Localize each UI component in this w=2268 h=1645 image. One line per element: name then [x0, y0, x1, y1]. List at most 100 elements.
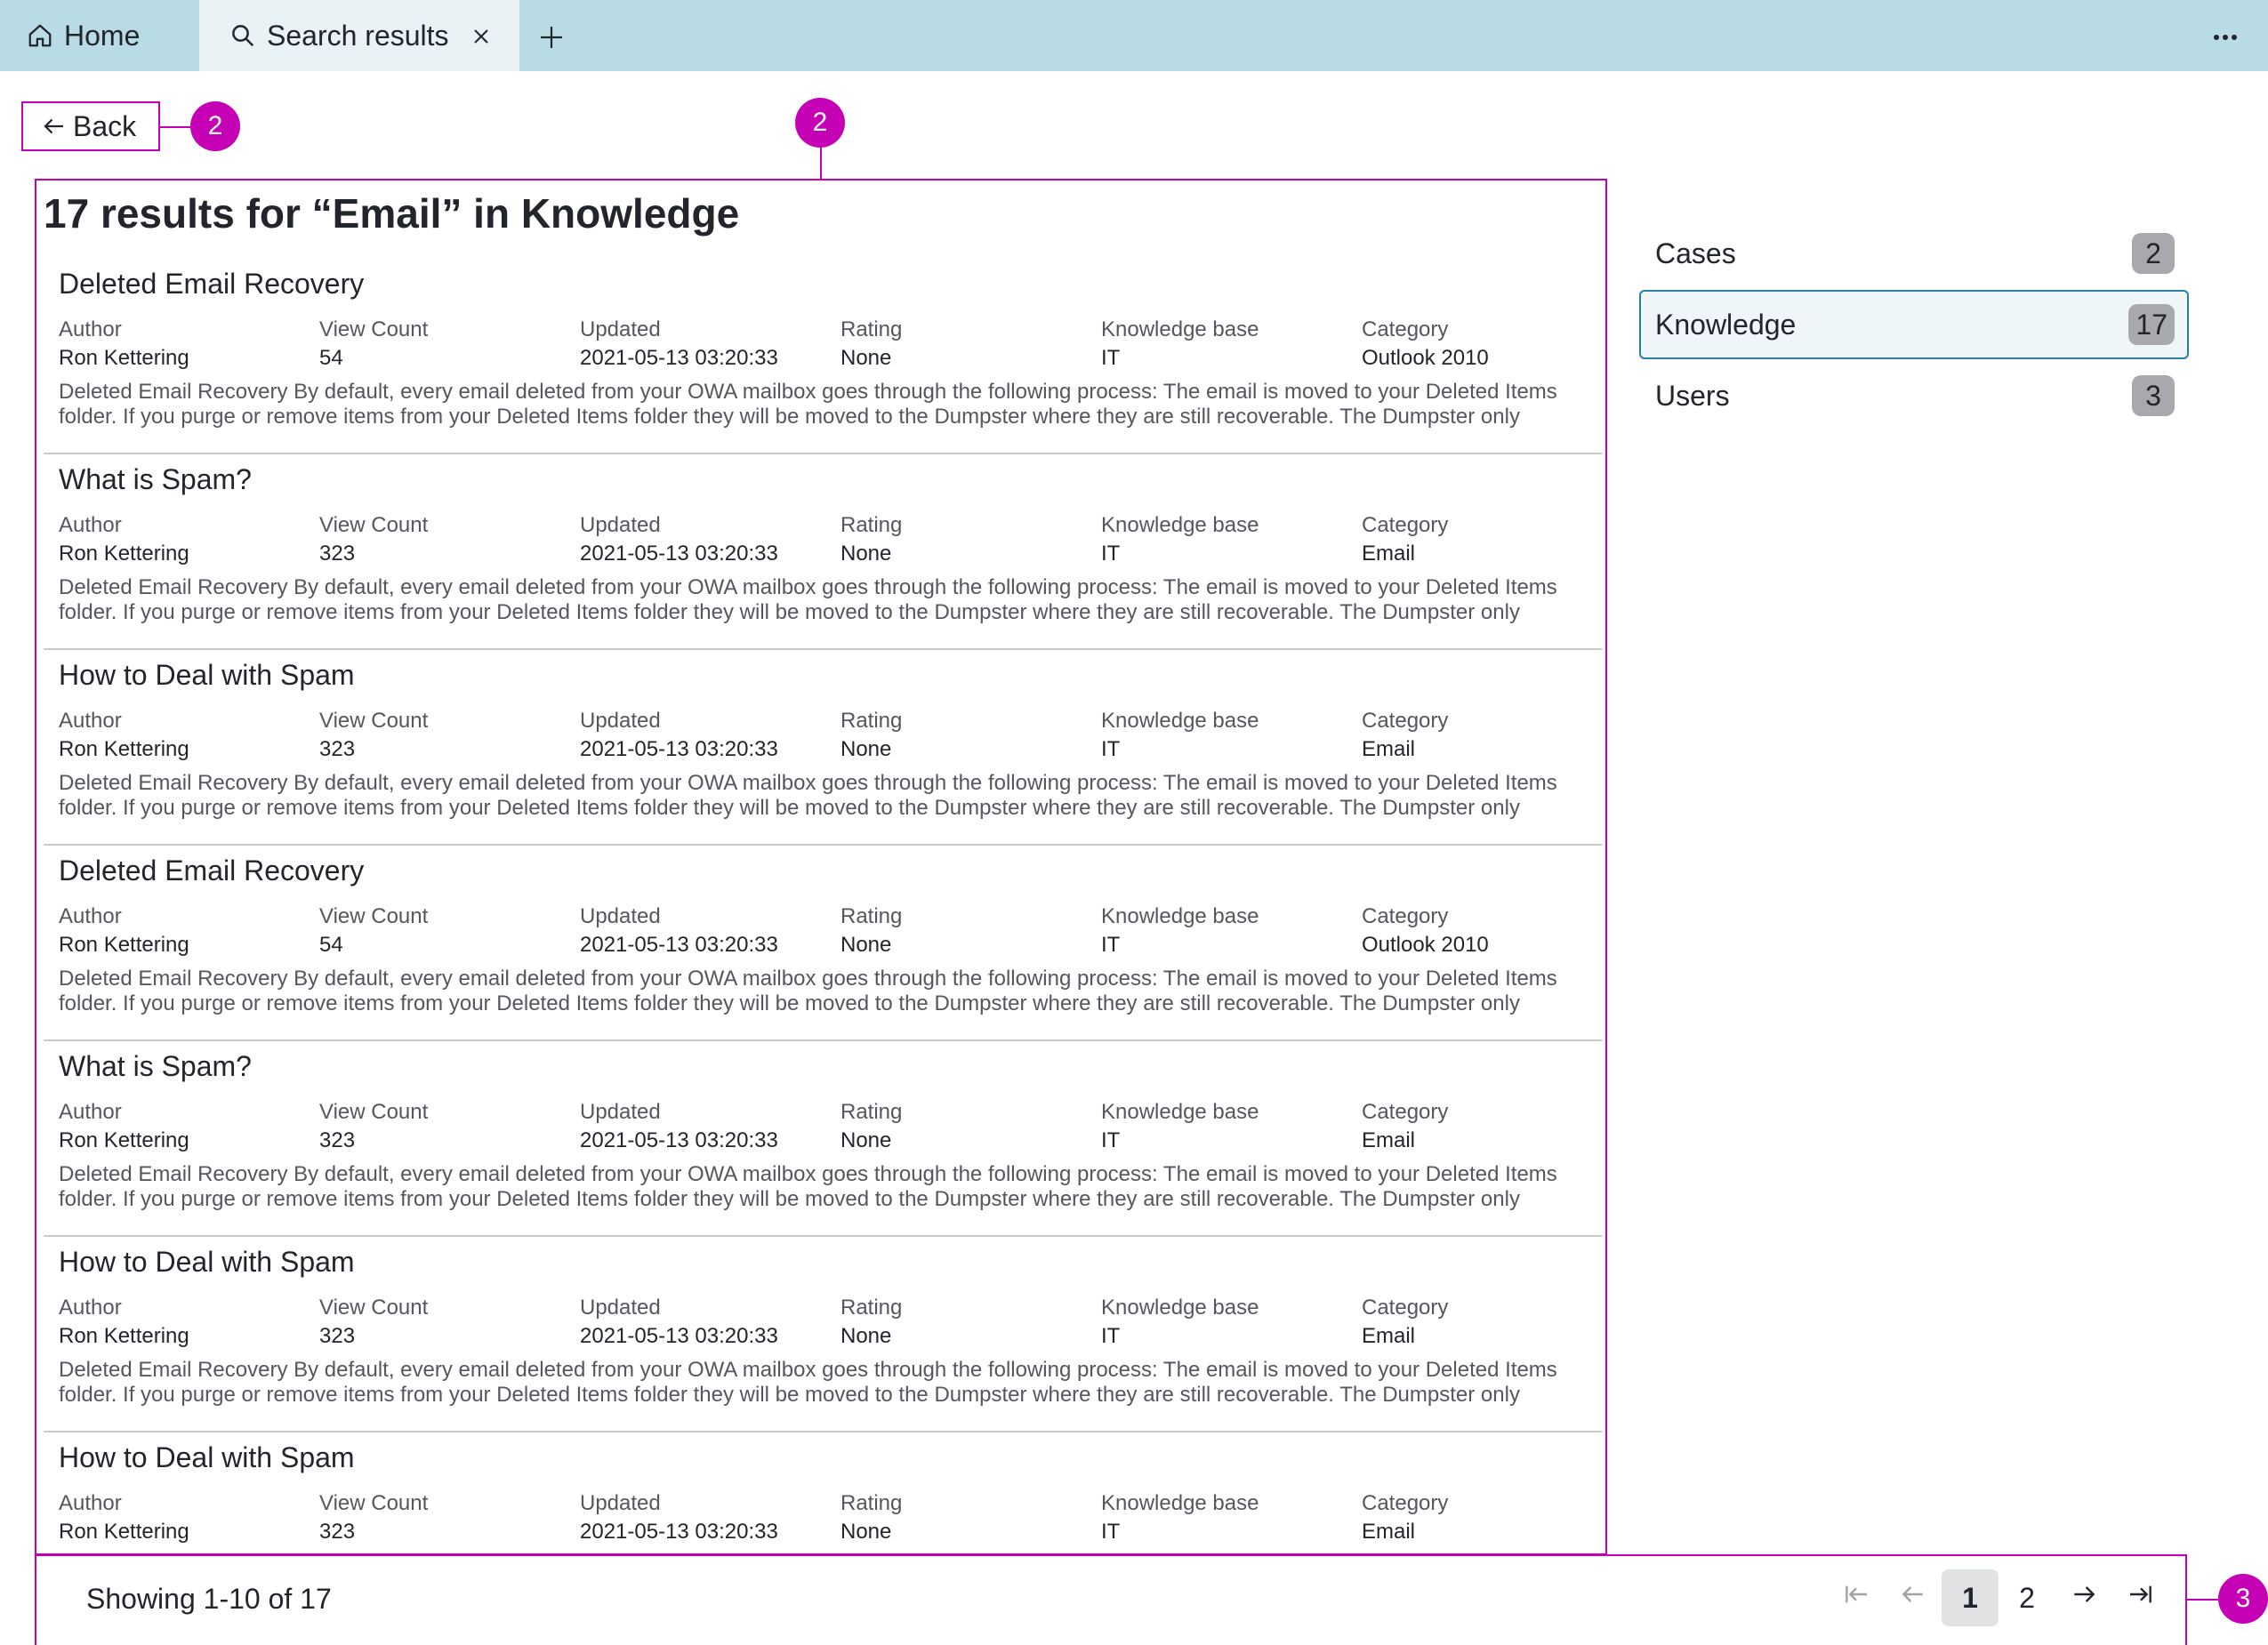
- next-page-button[interactable]: [2055, 1569, 2112, 1626]
- result-item[interactable]: How to Deal with Spam Author Ron Kettering…: [44, 650, 1602, 846]
- meta-value: 323: [319, 1128, 356, 1152]
- facet-count-badge: 2: [2132, 233, 2175, 274]
- meta-category: Category Outlook 2010: [1362, 316, 1605, 373]
- meta-author: Author Ron Kettering: [59, 1489, 317, 1546]
- page-button-2[interactable]: 2: [1999, 1569, 2055, 1626]
- result-snippet: Deleted Email Recovery By default, every…: [59, 967, 1557, 1015]
- meta-value: 2021-05-13 03:20:33: [580, 737, 778, 761]
- meta-view-count: View Count 54: [319, 903, 577, 959]
- meta-category: Category Email: [1362, 707, 1605, 764]
- facet-cases[interactable]: Cases 2: [1639, 219, 2189, 288]
- meta-label: Updated: [580, 317, 661, 341]
- result-meta: Author Ron Kettering View Count 323 Updated 2…: [59, 707, 1597, 764]
- result-meta: Author Ron Kettering View Count 323 Updated 2…: [59, 511, 1597, 568]
- last-page-button[interactable]: [2112, 1569, 2169, 1626]
- meta-category: Category Email: [1362, 511, 1605, 568]
- meta-label: Knowledge base: [1101, 904, 1259, 928]
- tab-bar: Home Search results: [0, 0, 2268, 71]
- meta-label: Author: [59, 904, 122, 928]
- meta-label: Updated: [580, 1296, 661, 1320]
- meta-value: Email: [1362, 737, 1416, 761]
- facet-count-badge: 17: [2128, 304, 2175, 345]
- meta-label: Category: [1362, 1100, 1449, 1124]
- meta-label: View Count: [319, 1491, 429, 1515]
- meta-label: Updated: [580, 1491, 661, 1515]
- facet-label: Knowledge: [1655, 308, 1797, 341]
- meta-author: Author Ron Kettering: [59, 1098, 317, 1155]
- meta-view-count: View Count 323: [319, 1098, 577, 1155]
- meta-author: Author Ron Kettering: [59, 903, 317, 959]
- facet-label: Cases: [1655, 237, 1736, 269]
- meta-value: Email: [1362, 1324, 1416, 1348]
- result-title[interactable]: Deleted Email Recovery: [59, 268, 364, 301]
- result-title[interactable]: How to Deal with Spam: [59, 1246, 355, 1279]
- result-item[interactable]: What is Spam? Author Ron Kettering View Cou…: [44, 1041, 1602, 1237]
- meta-label: Author: [59, 1491, 122, 1515]
- meta-rating: Rating None: [840, 903, 1098, 959]
- meta-label: View Count: [319, 904, 429, 928]
- meta-author: Author Ron Kettering: [59, 707, 317, 764]
- meta-rating: Rating None: [840, 1489, 1098, 1546]
- meta-value: 2021-05-13 03:20:33: [580, 933, 778, 957]
- meta-value: None: [840, 346, 892, 370]
- result-title[interactable]: How to Deal with Spam: [59, 659, 355, 692]
- meta-category: Category Email: [1362, 1489, 1605, 1546]
- result-title[interactable]: What is Spam?: [59, 1050, 252, 1083]
- tab-home[interactable]: Home: [27, 0, 140, 71]
- first-page-button[interactable]: [1828, 1569, 1885, 1626]
- meta-label: Author: [59, 1100, 122, 1124]
- result-title[interactable]: How to Deal with Spam: [59, 1441, 355, 1474]
- meta-value: None: [840, 737, 892, 761]
- meta-label: Knowledge base: [1101, 1100, 1259, 1124]
- facet-knowledge[interactable]: Knowledge 17: [1639, 290, 2189, 359]
- meta-label: Category: [1362, 709, 1449, 733]
- meta-value: IT: [1101, 1128, 1121, 1152]
- more-options-icon[interactable]: [2208, 20, 2243, 55]
- close-icon[interactable]: [466, 21, 496, 52]
- meta-updated: Updated 2021-05-13 03:20:33: [580, 511, 838, 568]
- result-meta: Author Ron Kettering View Count 54 Updated 20…: [59, 316, 1597, 373]
- page-button-1[interactable]: 1: [1942, 1569, 1999, 1626]
- meta-value: 2021-05-13 03:20:33: [580, 1520, 778, 1544]
- arrow-left-icon: [1899, 1580, 1927, 1616]
- plus-icon[interactable]: [534, 20, 569, 55]
- meta-rating: Rating None: [840, 511, 1098, 568]
- result-item[interactable]: What is Spam? Author Ron Kettering View Cou…: [44, 454, 1602, 650]
- meta-label: Rating: [840, 317, 903, 341]
- meta-value: IT: [1101, 933, 1121, 957]
- meta-value: Ron Kettering: [59, 346, 189, 370]
- annotation-marker-pagination: 3: [2218, 1574, 2268, 1624]
- result-item[interactable]: How to Deal with Spam Author Ron Kettering…: [44, 1237, 1602, 1432]
- meta-label: Knowledge base: [1101, 317, 1259, 341]
- result-title[interactable]: What is Spam?: [59, 463, 252, 496]
- result-title[interactable]: Deleted Email Recovery: [59, 855, 364, 887]
- facet-users[interactable]: Users 3: [1639, 361, 2189, 430]
- meta-value: IT: [1101, 737, 1121, 761]
- meta-category: Category Outlook 2010: [1362, 903, 1605, 959]
- result-snippet: Deleted Email Recovery By default, every…: [59, 575, 1557, 624]
- meta-author: Author Ron Kettering: [59, 511, 317, 568]
- meta-category: Category Email: [1362, 1294, 1605, 1351]
- result-item[interactable]: Deleted Email Recovery Author Ron Ketterin…: [44, 259, 1602, 454]
- meta-rating: Rating None: [840, 1294, 1098, 1351]
- back-button[interactable]: Back: [21, 101, 160, 151]
- result-meta: Author Ron Kettering View Count 54 Updated 20…: [59, 903, 1597, 959]
- meta-updated: Updated 2021-05-13 03:20:33: [580, 903, 838, 959]
- result-snippet: Deleted Email Recovery By default, every…: [59, 1162, 1557, 1211]
- meta-value: Email: [1362, 1128, 1416, 1152]
- meta-knowledge-base: Knowledge base IT: [1101, 1098, 1359, 1155]
- facet-label: Users: [1655, 379, 1730, 412]
- previous-page-button[interactable]: [1885, 1569, 1942, 1626]
- meta-label: View Count: [319, 317, 429, 341]
- facet-list: Cases 2 Knowledge 17 Users 3: [1639, 219, 2189, 432]
- meta-label: View Count: [319, 1296, 429, 1320]
- meta-knowledge-base: Knowledge base IT: [1101, 511, 1359, 568]
- meta-view-count: View Count 323: [319, 1489, 577, 1546]
- result-item[interactable]: Deleted Email Recovery Author Ron Ketterin…: [44, 846, 1602, 1041]
- meta-value: 323: [319, 1520, 356, 1544]
- result-item[interactable]: How to Deal with Spam Author Ron Kettering…: [44, 1432, 1602, 1553]
- meta-view-count: View Count 323: [319, 707, 577, 764]
- meta-view-count: View Count 54: [319, 316, 577, 373]
- search-results-panel: 17 results for “Email” in Knowledge Dele…: [35, 179, 1607, 1555]
- meta-label: View Count: [319, 513, 429, 537]
